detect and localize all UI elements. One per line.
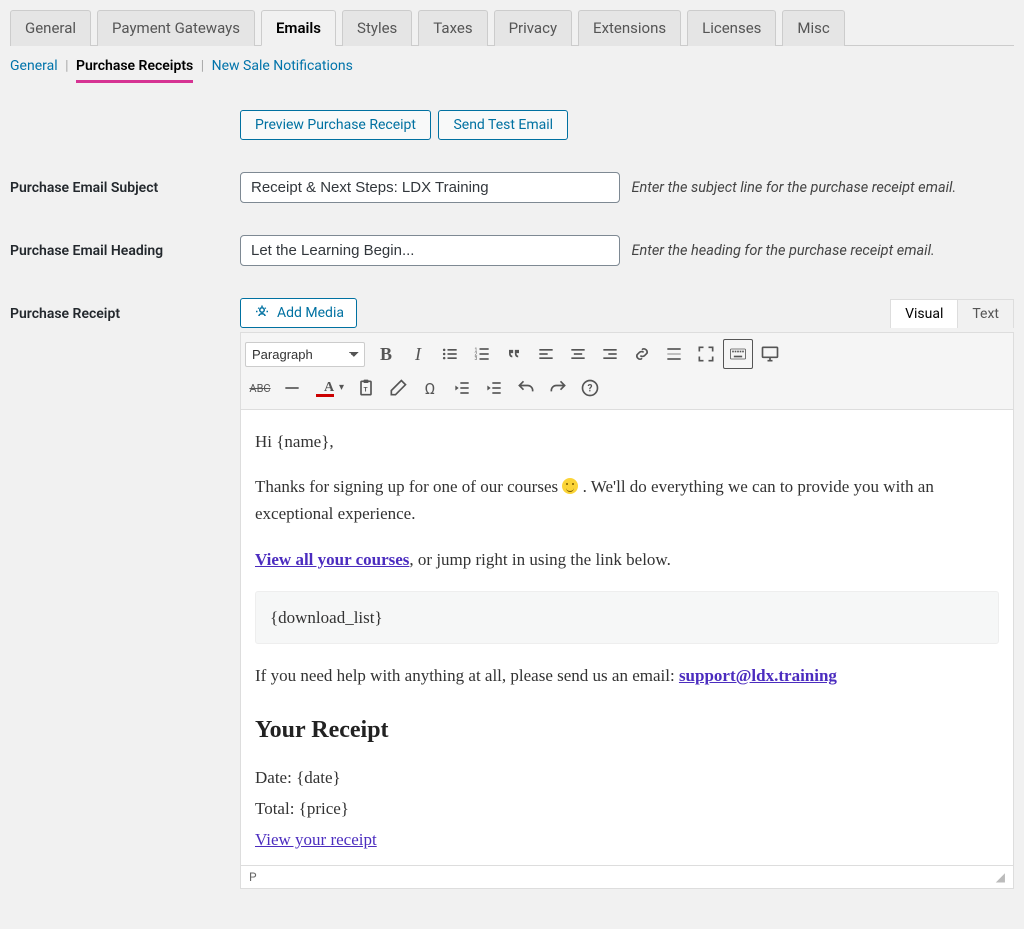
link-icon: [632, 344, 652, 364]
quote-icon: [504, 344, 524, 364]
heading-hint: Enter the heading for the purchase recei…: [631, 242, 934, 259]
subnav-general[interactable]: General: [10, 58, 58, 74]
tab-payment-gateways[interactable]: Payment Gateways: [97, 10, 255, 46]
heading-input[interactable]: [240, 235, 620, 266]
distraction-free-button[interactable]: [755, 339, 785, 369]
send-test-email-button[interactable]: Send Test Email: [438, 110, 568, 140]
resize-handle[interactable]: ◢: [996, 870, 1005, 884]
svg-text:3: 3: [475, 356, 478, 362]
align-left-icon: [536, 344, 556, 364]
add-media-label: Add Media: [277, 305, 344, 321]
subnav-separator: |: [197, 58, 208, 74]
align-center-icon: [568, 344, 588, 364]
view-courses-paragraph: View all your courses, or jump right in …: [255, 546, 999, 573]
receipt-label: Purchase Receipt: [10, 286, 240, 909]
add-media-button[interactable]: Add Media: [240, 298, 357, 328]
subject-hint: Enter the subject line for the purchase …: [631, 179, 956, 196]
tab-general[interactable]: General: [10, 10, 91, 46]
subnav-purchase-receipts[interactable]: Purchase Receipts: [76, 58, 193, 83]
view-receipt-link[interactable]: View your receipt: [255, 830, 377, 849]
strikethrough-button[interactable]: ABC: [245, 373, 275, 403]
align-right-button[interactable]: [595, 339, 625, 369]
align-center-button[interactable]: [563, 339, 593, 369]
outdent-icon: [452, 378, 472, 398]
fullscreen-icon: [696, 344, 716, 364]
receipt-heading: Your Receipt: [255, 711, 999, 749]
intro-paragraph: Thanks for signing up for one of our cou…: [255, 473, 999, 527]
undo-icon: [516, 378, 536, 398]
editor-toolbar: Paragraph B I 123: [240, 332, 1014, 410]
heading-label: Purchase Email Heading: [10, 223, 240, 286]
date-line: Date: {date}: [255, 764, 999, 791]
eraser-icon: [388, 378, 408, 398]
special-char-button[interactable]: Ω: [415, 373, 445, 403]
subject-label: Purchase Email Subject: [10, 160, 240, 223]
editor-tab-text[interactable]: Text: [957, 299, 1014, 328]
tab-extensions[interactable]: Extensions: [578, 10, 681, 46]
indent-icon: [484, 378, 504, 398]
tab-taxes[interactable]: Taxes: [418, 10, 487, 46]
tab-licenses[interactable]: Licenses: [687, 10, 776, 46]
tab-misc[interactable]: Misc: [782, 10, 844, 46]
read-more-button[interactable]: [659, 339, 689, 369]
redo-button[interactable]: [543, 373, 573, 403]
main-tabs: General Payment Gateways Emails Styles T…: [10, 0, 1014, 46]
help-icon: ?: [580, 378, 600, 398]
fullscreen-button[interactable]: [691, 339, 721, 369]
bullet-list-icon: [440, 344, 460, 364]
outdent-button[interactable]: [447, 373, 477, 403]
help-button[interactable]: ?: [575, 373, 605, 403]
view-all-courses-link[interactable]: View all your courses: [255, 550, 409, 569]
numbered-list-button[interactable]: 123: [467, 339, 497, 369]
editor-tab-visual[interactable]: Visual: [890, 299, 958, 328]
numbered-list-icon: 123: [472, 344, 492, 364]
text-color-button[interactable]: A: [309, 373, 349, 403]
total-line: Total: {price}: [255, 795, 999, 822]
editor-content-area[interactable]: Hi {name}, Thanks for signing up for one…: [240, 410, 1014, 866]
tab-emails[interactable]: Emails: [261, 10, 336, 46]
download-list-placeholder: {download_list}: [255, 591, 999, 644]
svg-text:?: ?: [588, 383, 593, 394]
editor-path: P: [249, 870, 257, 884]
align-left-button[interactable]: [531, 339, 561, 369]
horizontal-rule-button[interactable]: [277, 373, 307, 403]
redo-icon: [548, 378, 568, 398]
hr-icon: [282, 378, 302, 398]
link-button[interactable]: [627, 339, 657, 369]
tab-privacy[interactable]: Privacy: [494, 10, 572, 46]
undo-button[interactable]: [511, 373, 541, 403]
subnav-new-sale-notifications[interactable]: New Sale Notifications: [212, 58, 353, 74]
bullet-list-button[interactable]: [435, 339, 465, 369]
greeting-text: Hi {name},: [255, 428, 999, 455]
subject-input[interactable]: [240, 172, 620, 203]
preview-receipt-button[interactable]: Preview Purchase Receipt: [240, 110, 431, 140]
support-email-link[interactable]: support@ldx.training: [679, 666, 837, 685]
blockquote-button[interactable]: [499, 339, 529, 369]
paste-text-button[interactable]: T: [351, 373, 381, 403]
format-select[interactable]: Paragraph: [245, 342, 365, 367]
editor-statusbar: P ◢: [240, 866, 1014, 889]
toolbar-toggle-button[interactable]: [723, 339, 753, 369]
clipboard-icon: T: [356, 378, 376, 398]
subnav-separator: |: [61, 58, 72, 74]
sub-navigation: General | Purchase Receipts | New Sale N…: [10, 58, 1014, 74]
tab-styles[interactable]: Styles: [342, 10, 412, 46]
read-more-icon: [664, 344, 684, 364]
clear-formatting-button[interactable]: [383, 373, 413, 403]
align-right-icon: [600, 344, 620, 364]
indent-button[interactable]: [479, 373, 509, 403]
monitor-icon: [760, 344, 780, 364]
media-icon: [253, 304, 271, 322]
keyboard-icon: [728, 344, 748, 364]
svg-text:T: T: [364, 385, 368, 393]
help-paragraph: If you need help with anything at all, p…: [255, 662, 999, 689]
bold-button[interactable]: B: [371, 339, 401, 369]
italic-button[interactable]: I: [403, 339, 433, 369]
editor-tabs: Visual Text: [891, 299, 1014, 328]
smile-emoji-icon: [562, 478, 578, 494]
